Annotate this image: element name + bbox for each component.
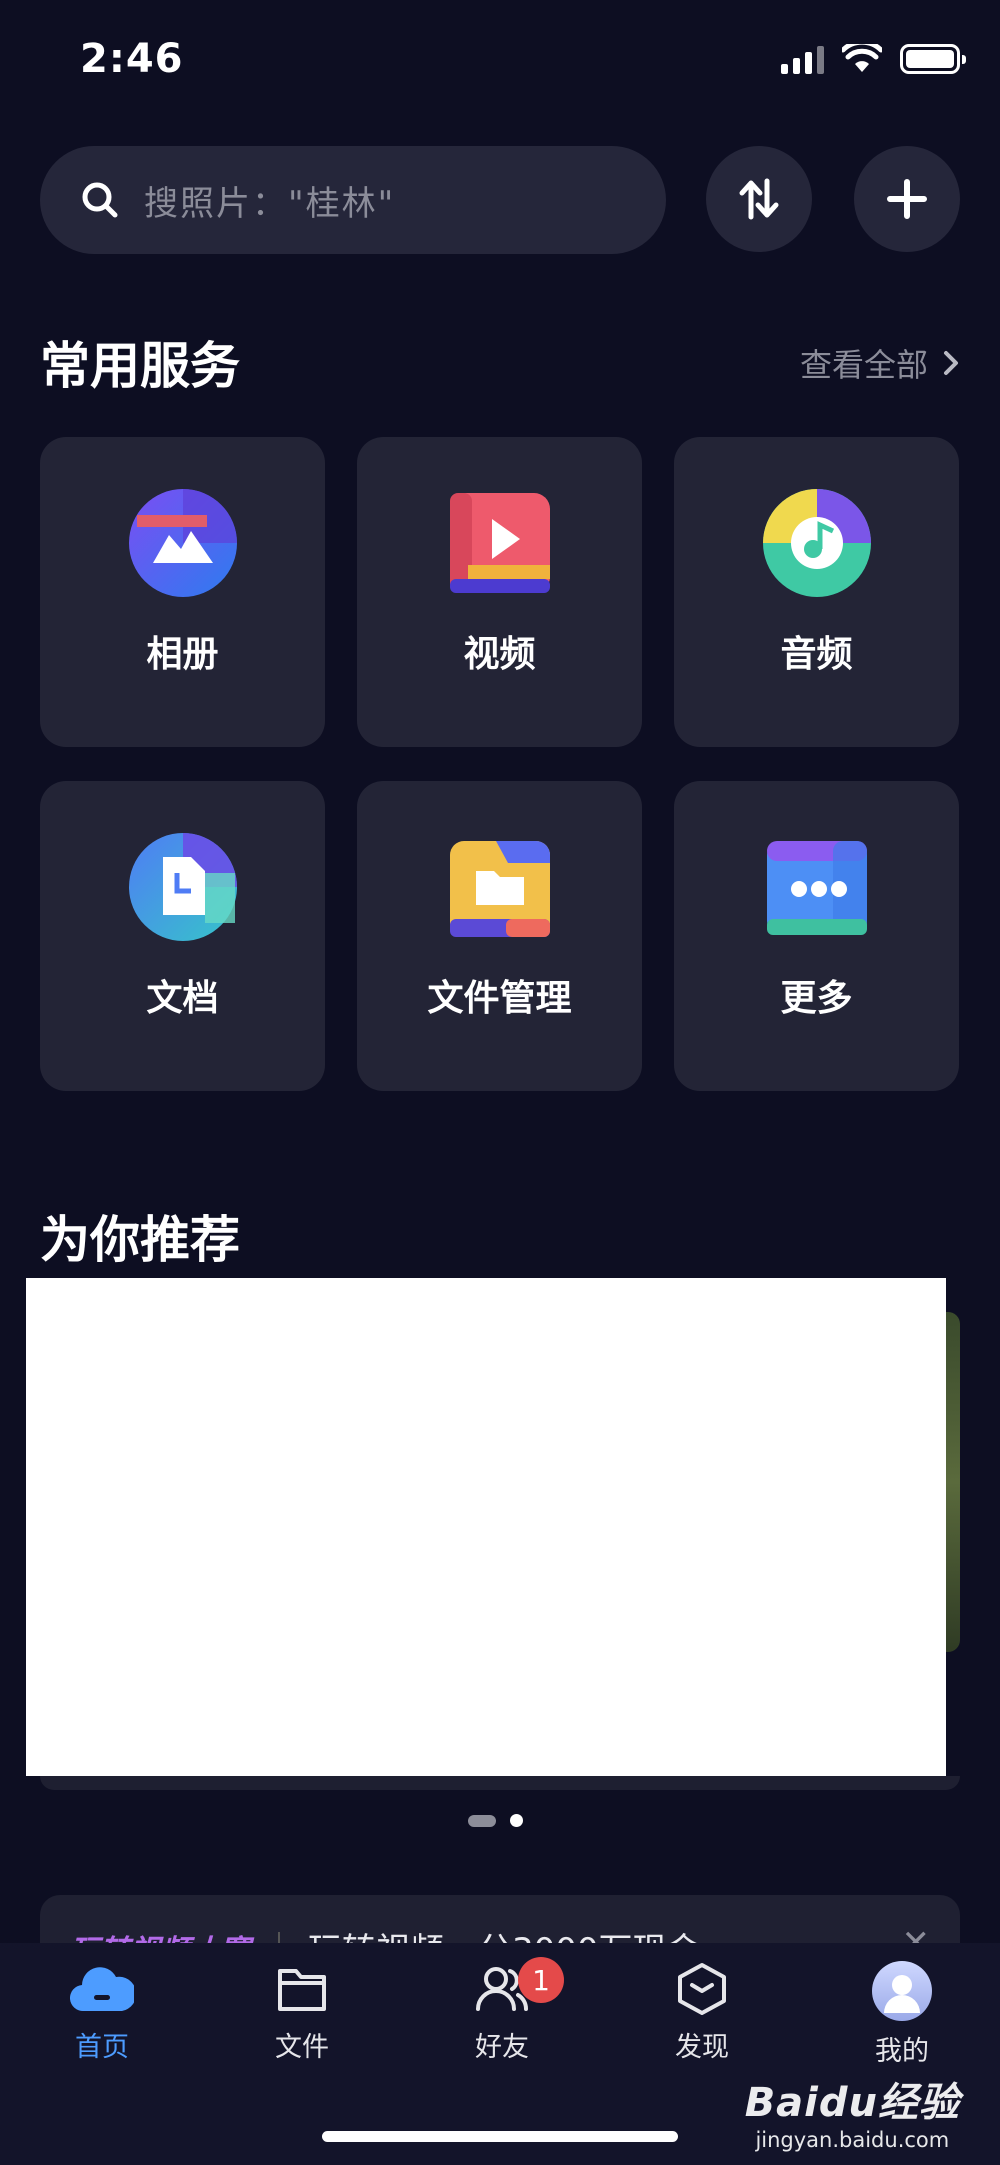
carousel-dot-active — [468, 1814, 496, 1827]
cellular-signal-icon — [781, 44, 824, 74]
search-icon — [82, 182, 118, 218]
sort-arrows-icon — [739, 178, 779, 220]
tab-me[interactable]: 我的 — [842, 1961, 962, 2068]
audio-icon — [762, 489, 871, 597]
tab-friends[interactable]: 1 好友 — [442, 1957, 564, 2064]
service-label: 音频 — [780, 634, 853, 675]
watermark-url: jingyan.baidu.com — [755, 2128, 950, 2152]
tab-label: 文件 — [275, 2032, 329, 2063]
tab-label: 首页 — [75, 2032, 129, 2063]
folder-icon — [278, 1969, 326, 2011]
service-label: 相册 — [146, 634, 219, 675]
service-label: 更多 — [780, 978, 853, 1019]
service-video[interactable]: 视频 — [357, 437, 642, 747]
service-album[interactable]: 相册 — [40, 437, 325, 747]
status-bar: 2:46 — [0, 0, 1000, 120]
service-label: 文档 — [146, 978, 219, 1019]
tab-label: 发现 — [675, 2032, 729, 2063]
search-row: 搜照片："桂林" — [40, 146, 960, 254]
baidu-watermark: Baidu经验 jingyan.baidu.com — [745, 2070, 960, 2152]
see-all-label: 查看全部 — [799, 346, 928, 384]
carousel-dot — [510, 1814, 523, 1827]
folder-icon — [449, 841, 550, 937]
service-label: 文件管理 — [427, 978, 572, 1019]
search-input[interactable]: 搜照片："桂林" — [40, 146, 666, 254]
cloud-icon — [70, 1967, 134, 2012]
next-banner-preview[interactable] — [944, 1312, 960, 1652]
plus-icon — [887, 179, 927, 219]
chevron-right-icon — [944, 351, 958, 375]
status-icons — [781, 44, 966, 74]
service-label: 视频 — [463, 634, 536, 675]
avatar-icon — [872, 1961, 932, 2021]
see-all-link[interactable]: 查看全部 — [800, 340, 960, 386]
search-placeholder: 搜照片："桂林" — [144, 183, 396, 224]
video-icon — [449, 493, 550, 593]
tab-label: 我的 — [875, 2036, 929, 2067]
friends-badge: 1 — [518, 1957, 564, 2003]
carousel-indicator — [468, 1814, 523, 1827]
services-grid: 相册 视频 音频 文档 文件管理 更多 — [40, 437, 960, 1091]
wifi-icon — [842, 44, 882, 72]
transfer-button[interactable] — [706, 146, 812, 252]
banner-card-bottom — [40, 1776, 960, 1790]
album-icon — [128, 489, 237, 597]
recommend-banner[interactable] — [26, 1278, 946, 1776]
add-button[interactable] — [854, 146, 960, 252]
recommend-title: 为你推荐 — [40, 1211, 240, 1269]
service-audio[interactable]: 音频 — [674, 437, 959, 747]
discover-icon — [678, 1963, 726, 2015]
home-indicator[interactable] — [322, 2131, 678, 2142]
tab-discover[interactable]: 发现 — [642, 1961, 762, 2064]
service-document[interactable]: 文档 — [40, 781, 325, 1091]
status-time: 2:46 — [80, 36, 184, 82]
tab-files[interactable]: 文件 — [242, 1961, 362, 2064]
tab-home[interactable]: 首页 — [42, 1961, 162, 2064]
more-icon — [766, 841, 867, 935]
watermark-logo: Baidu经验 — [744, 2080, 960, 2126]
service-file-manager[interactable]: 文件管理 — [357, 781, 642, 1091]
tab-label: 好友 — [475, 2032, 529, 2063]
services-title: 常用服务 — [40, 337, 240, 395]
service-more[interactable]: 更多 — [674, 781, 959, 1091]
document-icon — [128, 833, 237, 941]
battery-icon — [900, 44, 966, 74]
